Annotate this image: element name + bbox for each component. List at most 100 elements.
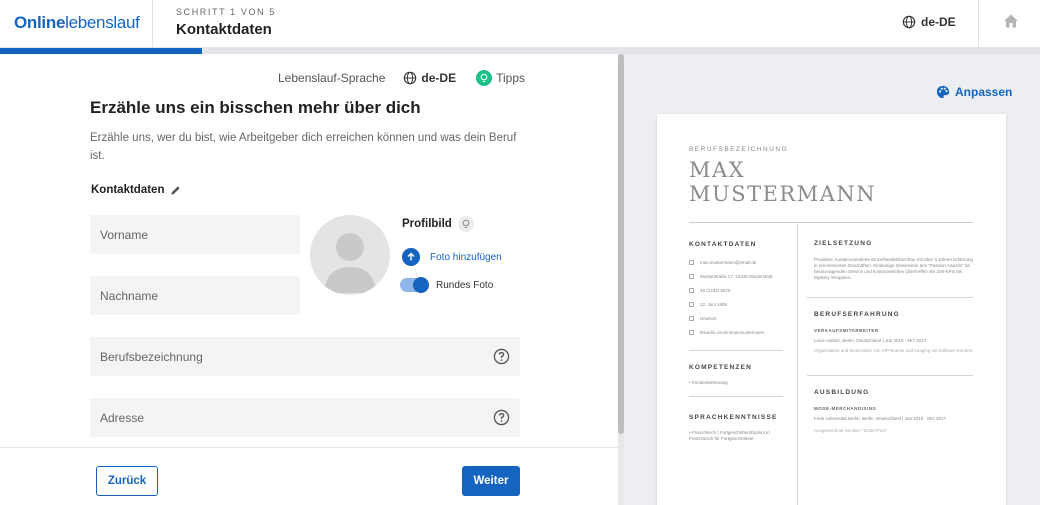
divider [797,224,798,505]
resume-education-line: Freie Universität Berlin, Berlin, Deutsc… [814,416,946,421]
flag-icon [689,316,694,321]
add-photo-label: Foto hinzufügen [430,251,502,263]
back-button[interactable]: Zurück [96,466,158,496]
divider [978,0,979,48]
resume-preview[interactable]: BERUFSBEZEICHNUNG MAX MUSTERMANN KONTAKT… [657,114,1006,505]
avatar-placeholder[interactable] [310,215,390,295]
last-name-field[interactable]: Nachname [90,276,300,315]
home-icon [689,274,694,279]
home-icon [1004,14,1018,28]
arrow-up-icon [402,248,420,266]
resume-education-role: MODE-MERCHANDISING [814,406,877,411]
form-panel: Lebenslauf-Sprache de-DE Tipps Erzähle u… [0,54,618,505]
section-heading-text: Kontaktdaten [91,184,165,196]
divider [689,396,783,397]
globe-icon [404,71,417,85]
resume-objective-heading: ZIELSETZUNG [814,240,873,247]
step-indicator: SCHRITT 1 VON 5 [176,7,276,17]
logo-bold: Online [14,13,66,32]
profile-photo-label: Profilbild [402,216,474,232]
divider [152,0,153,48]
resume-contact-item: max.mustermann@email.de [689,260,756,265]
section-heading: Kontaktdaten [91,184,181,196]
page-title: Kontaktdaten [176,21,272,38]
divider [807,297,973,298]
resume-experience-desc: Organisation und Moderation von VIP-Even… [814,348,974,353]
resume-experience-heading: BERUFSERFAHRUNG [814,311,900,318]
home-button[interactable] [1003,13,1019,34]
last-name-placeholder: Nachname [100,288,159,303]
customize-label: Anpassen [955,85,1013,99]
resume-contact-item: Deutsch [689,316,717,321]
lightbulb-icon[interactable] [457,216,474,232]
resume-language-item: • Französisch | Fortgeschritten/Diplom i… [689,430,770,441]
resume-language-label: Lebenslauf-Sprache [278,71,386,85]
next-button[interactable]: Weiter [462,466,520,496]
logo[interactable]: Onlinelebenslauf [14,13,140,33]
preview-panel: Anpassen BERUFSBEZEICHNUNG MAX MUSTERMAN… [624,54,1040,505]
profile-photo-label-text: Profilbild [402,218,452,230]
divider [689,350,783,351]
help-icon[interactable] [493,348,510,365]
logo-light: lebenslauf [65,13,140,32]
customize-button[interactable]: Anpassen [936,85,1012,99]
divider [689,222,973,223]
resume-name: MAX MUSTERMANN [689,158,876,206]
palette-icon [936,85,950,99]
resume-contact-text: 22. Juni 1989 [700,302,728,307]
round-photo-toggle[interactable] [400,277,429,293]
toggle-knob [413,277,429,293]
resume-contact-text: Deutsch [700,316,717,321]
lightbulb-icon [476,70,493,86]
divider [807,375,973,376]
first-name-placeholder: Vorname [100,227,149,242]
navigation-bar: Zurück Weiter [0,447,618,505]
language-selector[interactable]: de-DE [902,15,956,29]
resume-language-text: Französisch | Fortgeschritten/Diplom in … [689,430,770,441]
resume-contact-item: 49 (1234) 5678 [689,288,731,293]
job-title-placeholder: Berufsbezeichnung [100,349,203,364]
resume-job-title: BERUFSBEZEICHNUNG [689,146,789,153]
top-bar: Onlinelebenslauf SCHRITT 1 VON 5 Kontakt… [0,0,1040,48]
resume-contact-item: linkedin.com/in/maxmustermann [689,330,765,335]
form-heading: Erzähle uns ein bisschen mehr über dich [90,98,421,117]
resume-first-name: MAX [689,158,746,182]
mail-icon [689,260,694,265]
resume-experience-line: Louis Vuitton, Berlin, Deutschland | Jun… [814,338,927,343]
resume-education-heading: AUSBILDUNG [814,389,870,396]
resume-skill-text: Kundenbetreuung [691,380,728,385]
resume-objective-text: Proaktive, kundenorientierte Einzelhande… [814,257,973,280]
resume-language-bar: Lebenslauf-Sprache de-DE Tipps [278,70,525,86]
resume-skills-heading: KOMPETENZEN [689,364,753,371]
calendar-icon [689,302,694,307]
form-intro: Erzähle uns, wer du bist, wie Arbeitgebe… [90,132,517,162]
add-photo-button[interactable]: Foto hinzufügen [402,248,502,266]
first-name-field[interactable]: Vorname [90,215,300,254]
round-photo-label: Rundes Foto [436,279,494,291]
globe-icon [902,15,916,29]
resume-contact-heading: KONTAKTDATEN [689,241,757,248]
link-icon [689,330,694,335]
round-photo-toggle-row: Rundes Foto [400,277,494,293]
resume-contact-text: linkedin.com/in/maxmustermann [700,330,765,335]
resume-contact-text: 49 (1234) 5678 [700,288,731,293]
resume-contact-text: Musterstraße 17, 12345 Musterstadt [700,274,773,279]
job-title-field[interactable]: Berufsbezeichnung [90,337,520,376]
resume-language-selector[interactable]: de-DE [403,71,456,85]
resume-languages-heading: SPRACHKENNTNISSE [689,414,778,421]
person-icon [324,233,376,293]
help-icon[interactable] [493,409,510,426]
resume-education-desc: Ausgezeichnet mit dem "ICSB Preis" [814,428,888,433]
resume-experience-role: VERKAUFSMITARBEITER [814,328,879,333]
address-field[interactable]: Adresse [90,398,520,437]
resume-language-value: de-DE [421,71,457,85]
resume-contact-text: max.mustermann@email.de [700,260,757,265]
phone-icon [689,288,694,293]
resume-last-name: MUSTERMANN [689,182,877,206]
address-placeholder: Adresse [100,410,145,425]
resume-contact-item: 22. Juni 1989 [689,302,727,307]
resume-contact-item: Musterstraße 17, 12345 Musterstadt [689,274,773,279]
pencil-icon[interactable] [170,185,181,196]
tips-label: Tipps [496,71,525,85]
tips-button[interactable]: Tipps [476,70,525,86]
